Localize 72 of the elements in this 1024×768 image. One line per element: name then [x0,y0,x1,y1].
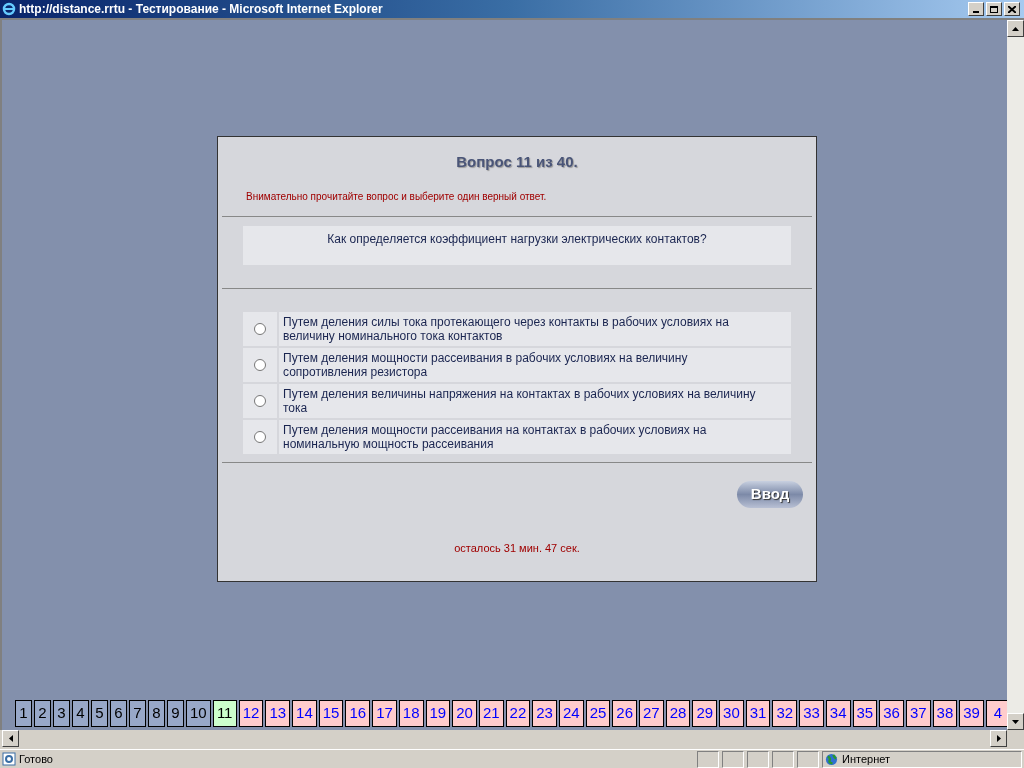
question-number-link[interactable]: 22 [505,700,531,727]
window-title: http://distance.rrtu - Тестирование - Microsoft Internet Explorer [19,1,384,18]
question-number-link[interactable]: 14 [292,700,317,727]
question-number-link[interactable]: 11 [212,700,237,727]
question-number-link[interactable]: 3 [53,700,70,727]
answer-radio[interactable] [254,394,266,407]
question-number-link[interactable]: 26 [612,700,637,727]
question-heading: Вопрос 11 из 40. [455,152,579,172]
answer-option: Путем деления величины напряжения на контактах в рабочих условиях на величину тока [279,383,791,418]
status-text: Готово [19,751,54,767]
zone-text: Интернет [842,751,890,767]
status-pane [697,750,719,768]
globe-icon [825,752,838,766]
up-arrow-icon [1012,26,1019,31]
right-arrow-icon [996,735,1001,742]
question-number-link[interactable]: 1 [15,700,32,727]
question-number-link[interactable]: 37 [905,700,931,727]
down-arrow-icon [1012,719,1019,724]
question-number-link[interactable]: 18 [398,700,424,727]
question-number-link[interactable]: 15 [318,700,344,727]
page-icon [2,752,16,766]
question-number-link[interactable]: 24 [558,700,584,727]
question-number-link[interactable]: 31 [745,700,771,727]
answer-option: Путем деления мощности рассеивания на контактах в рабочих условиях на номинальную мощность рассеивания [279,419,791,454]
question-number-link[interactable]: 33 [799,700,824,727]
submit-button[interactable]: Ввод [737,480,803,508]
question-number-link[interactable]: 9 [167,700,184,727]
question-number-link[interactable]: 13 [265,700,291,727]
question-number-link[interactable]: 17 [372,700,397,727]
answer-option: Путем деления силы тока протекающего через контакты в рабочих условиях на величину номинального тока контактов [279,311,791,346]
status-pane [772,750,794,768]
question-number-link[interactable]: 23 [532,700,557,727]
question-text: Как определяется коэффициент нагрузки электрических контактов? [243,225,791,265]
question-number-link[interactable]: 4 [72,700,89,727]
time-remaining: осталось 31 мин. 47 сек. [453,540,581,556]
question-number-link[interactable]: 5 [91,700,108,727]
question-number-link[interactable]: 38 [932,700,958,727]
question-number-link[interactable]: 28 [665,700,691,727]
question-number-link[interactable]: 36 [879,700,904,727]
status-pane [747,750,769,768]
question-number-link[interactable]: 29 [692,700,718,727]
answer-option: Путем деления мощности рассеивания в рабочих условиях на величину сопротивления резистора [279,347,791,382]
instruction-text: Внимательно прочитайте вопрос и выберите один верный ответ. [246,189,548,204]
question-number-link[interactable]: 10 [186,700,211,727]
answer-radio[interactable] [254,322,266,335]
left-arrow-icon [8,735,13,742]
minimize-button[interactable] [968,2,984,16]
question-number-link[interactable]: 6 [110,700,127,727]
question-number-link[interactable]: 25 [585,700,611,727]
question-number-link[interactable]: 12 [238,700,264,727]
question-number-link[interactable]: 30 [719,700,744,727]
maximize-button[interactable] [986,2,1002,16]
question-number-link[interactable]: 34 [825,700,851,727]
answer-radio[interactable] [254,358,266,371]
question-number-link[interactable]: 35 [852,700,878,727]
question-number-link[interactable]: 4 [985,700,1007,727]
status-pane [722,750,744,768]
status-pane [797,750,819,768]
close-icon [1008,5,1016,13]
question-number-link[interactable]: 2 [34,700,51,727]
close-button[interactable] [1004,2,1020,16]
question-number-link[interactable]: 19 [425,700,451,727]
question-number-link[interactable]: 8 [148,700,165,727]
answer-radio[interactable] [254,430,266,443]
question-number-link[interactable]: 16 [345,700,371,727]
question-number-link[interactable]: 20 [452,700,477,727]
question-number-link[interactable]: 39 [959,700,984,727]
question-number-link[interactable]: 32 [772,700,798,727]
browser-icon [2,2,16,16]
question-number-link[interactable]: 21 [478,700,504,727]
question-number-link[interactable]: 27 [639,700,664,727]
question-number-link[interactable]: 7 [129,700,146,727]
